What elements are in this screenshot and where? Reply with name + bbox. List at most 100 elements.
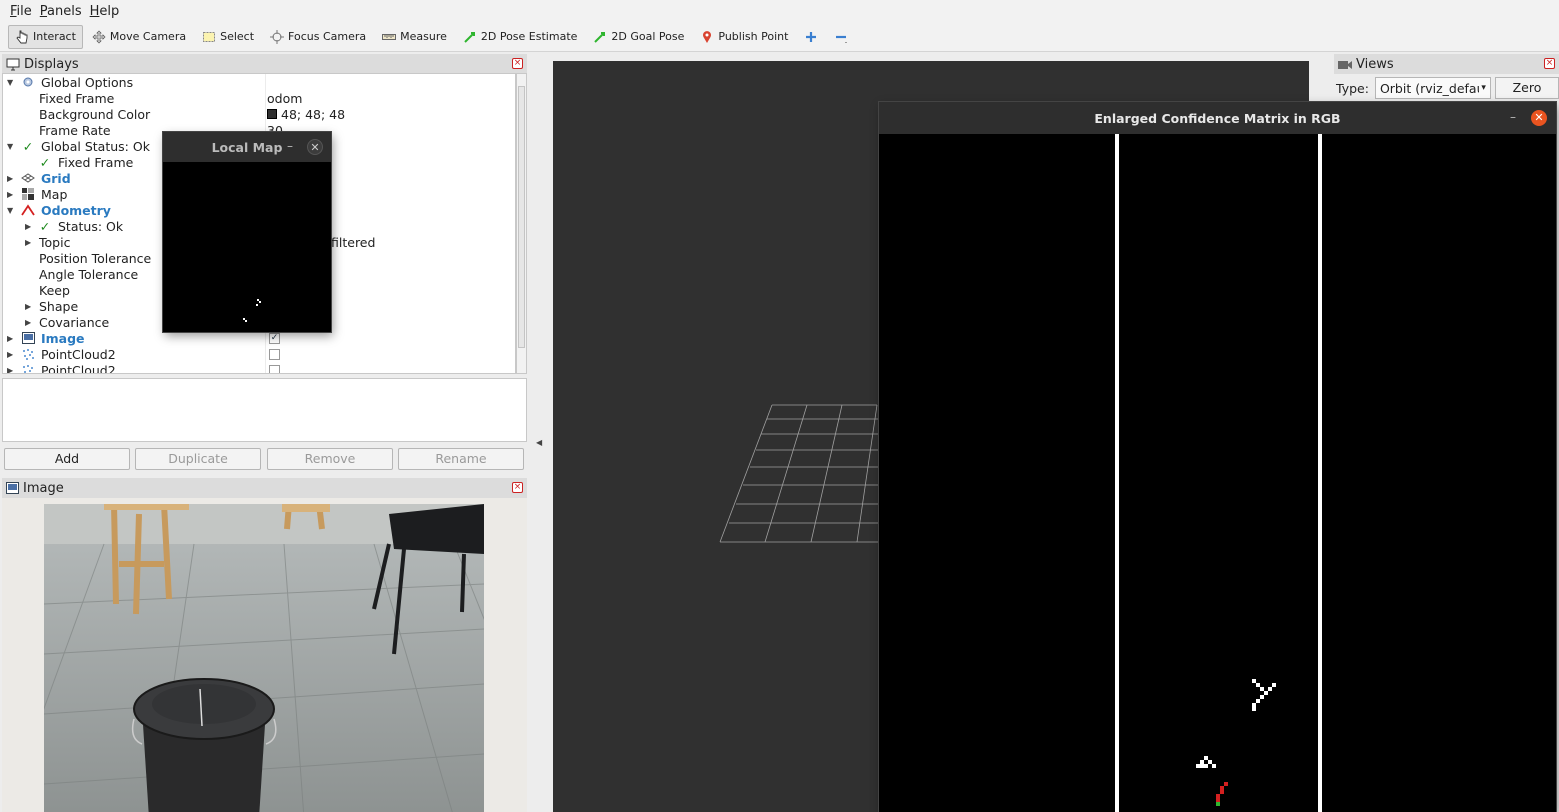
tree-label: Covariance bbox=[39, 314, 110, 330]
tree-label: Angle Tolerance bbox=[39, 266, 139, 282]
views-close-button[interactable]: × bbox=[1544, 58, 1555, 69]
image-enabled-checkbox[interactable]: ✓ bbox=[269, 332, 280, 344]
tree-row-fixed-frame[interactable]: Fixed Frame odom bbox=[3, 90, 515, 106]
collapse-arrow-icon[interactable]: ▶ bbox=[7, 334, 17, 343]
tree-value[interactable]: odom bbox=[267, 91, 302, 106]
move-camera-tool-button[interactable]: Move Camera bbox=[85, 25, 193, 49]
confidence-title: Enlarged Confidence Matrix in RGB bbox=[1094, 110, 1341, 126]
expand-arrow-icon[interactable]: ▼ bbox=[7, 206, 17, 215]
tree-row-global-options[interactable]: ▼ Global Options bbox=[3, 74, 515, 90]
minus-icon bbox=[836, 35, 848, 43]
duplicate-button[interactable]: Duplicate bbox=[135, 448, 261, 470]
image-icon bbox=[21, 331, 35, 345]
tree-label: Topic bbox=[39, 234, 71, 250]
check-icon: ✓ bbox=[39, 218, 51, 234]
pointcloud-enabled-checkbox[interactable] bbox=[269, 348, 280, 360]
menu-panels[interactable]: Panels bbox=[36, 4, 86, 19]
views-panel-title: Views bbox=[1356, 56, 1394, 72]
map-pin-icon bbox=[703, 30, 712, 43]
displays-scrollbar[interactable] bbox=[516, 73, 527, 374]
color-value-text: 48; 48; 48 bbox=[281, 106, 346, 122]
select-tool-label: Select bbox=[220, 30, 255, 43]
tree-label: Frame Rate bbox=[39, 122, 111, 138]
tree-label: Position Tolerance bbox=[39, 250, 152, 266]
views-panel-header: Views × bbox=[1334, 54, 1559, 74]
tree-label: PointCloud2 bbox=[41, 346, 116, 362]
interact-tool-button[interactable]: Interact bbox=[8, 24, 83, 49]
scrollbar-thumb[interactable] bbox=[518, 86, 525, 348]
remove-button[interactable]: Remove bbox=[267, 448, 393, 470]
collapse-arrow-icon[interactable]: ▶ bbox=[25, 302, 35, 311]
displays-panel-header: Displays × bbox=[2, 54, 527, 74]
green-arrow-icon bbox=[464, 31, 475, 43]
minimize-icon[interactable]: – bbox=[1510, 110, 1516, 124]
collapse-arrow-icon[interactable]: ▶ bbox=[7, 366, 17, 374]
plus-icon bbox=[806, 31, 817, 42]
collapse-arrow-icon[interactable]: ▶ bbox=[25, 222, 35, 231]
views-zero-button[interactable]: Zero bbox=[1495, 77, 1559, 99]
collapse-left-icon[interactable]: ◀ bbox=[536, 438, 542, 447]
confidence-titlebar[interactable]: Enlarged Confidence Matrix in RGB bbox=[879, 102, 1556, 134]
focus-camera-tool-label: Focus Camera bbox=[288, 30, 367, 43]
confidence-matrix-window[interactable]: Enlarged Confidence Matrix in RGB – ✕ bbox=[879, 102, 1556, 812]
hand-pointer-icon bbox=[16, 30, 28, 43]
move-arrows-icon bbox=[92, 30, 106, 43]
focus-camera-tool-button[interactable]: Focus Camera bbox=[263, 25, 373, 49]
collapse-arrow-icon[interactable]: ▶ bbox=[7, 190, 17, 199]
confidence-matrix-image bbox=[879, 134, 1556, 812]
pose-estimate-tool-button[interactable]: 2D Pose Estimate bbox=[456, 25, 585, 49]
green-arrow-icon bbox=[594, 31, 606, 43]
tree-row-pointcloud2[interactable]: ▶ PointCloud2 bbox=[3, 346, 515, 362]
views-type-select[interactable]: Orbit (rviz_defau ▾ bbox=[1374, 77, 1491, 99]
tree-value-color[interactable]: 48; 48; 48 bbox=[267, 107, 345, 122]
views-type-label: Type: bbox=[1336, 80, 1369, 96]
goal-pose-tool-button[interactable]: 2D Goal Pose bbox=[586, 25, 691, 49]
tree-label: Global Options bbox=[41, 74, 134, 90]
tree-row-image[interactable]: ▶ Image ✓ bbox=[3, 330, 515, 346]
tree-row-pointcloud2[interactable]: ▶ PointCloud2 bbox=[3, 362, 515, 374]
panel-splitter[interactable]: ◀ bbox=[530, 60, 550, 812]
goal-pose-tool-label: 2D Goal Pose bbox=[611, 30, 685, 43]
menu-help-mnemonic: H bbox=[89, 3, 100, 19]
collapse-arrow-icon[interactable]: ▶ bbox=[7, 350, 17, 359]
measure-tool-button[interactable]: Measure bbox=[375, 25, 454, 49]
local-map-window[interactable]: Local Map – ✕ bbox=[163, 132, 331, 332]
tree-label: Keep bbox=[39, 282, 70, 298]
remove-tool-button[interactable] bbox=[827, 25, 855, 49]
camera-image-view bbox=[2, 498, 527, 812]
measure-tool-label: Measure bbox=[400, 30, 447, 43]
chevron-down-icon: ▾ bbox=[1479, 78, 1486, 98]
tree-row-background-color[interactable]: Background Color 48; 48; 48 bbox=[3, 106, 515, 122]
collapse-arrow-icon[interactable]: ▶ bbox=[25, 318, 35, 327]
check-icon: ✓ bbox=[39, 154, 51, 170]
menu-file[interactable]: File bbox=[6, 4, 36, 19]
image-panel-close-button[interactable]: × bbox=[512, 482, 523, 493]
tree-label: Shape bbox=[39, 298, 79, 314]
rename-button[interactable]: Rename bbox=[398, 448, 524, 470]
close-icon[interactable]: ✕ bbox=[1531, 110, 1547, 126]
tree-label: Map bbox=[41, 186, 68, 202]
local-map-titlebar[interactable]: Local Map bbox=[163, 132, 331, 162]
collapse-arrow-icon[interactable]: ▶ bbox=[7, 174, 17, 183]
menu-help-rest: elp bbox=[99, 3, 120, 19]
collapse-arrow-icon[interactable]: ▶ bbox=[25, 238, 35, 247]
close-icon[interactable]: ✕ bbox=[307, 139, 323, 155]
select-tool-button[interactable]: Select bbox=[195, 25, 261, 49]
expand-arrow-icon[interactable]: ▼ bbox=[7, 78, 17, 87]
map-icon bbox=[21, 187, 35, 201]
grid-icon bbox=[21, 171, 35, 185]
tree-label: Fixed Frame bbox=[39, 90, 115, 106]
add-button[interactable]: Add bbox=[4, 448, 130, 470]
displays-close-button[interactable]: × bbox=[512, 58, 523, 69]
camera-icon bbox=[1338, 60, 1352, 69]
add-tool-button[interactable] bbox=[797, 25, 825, 49]
pointcloud-enabled-checkbox[interactable] bbox=[269, 364, 280, 373]
menu-help[interactable]: Help bbox=[86, 4, 124, 19]
tree-value[interactable]: filtered bbox=[331, 235, 375, 250]
minimize-icon[interactable]: – bbox=[287, 139, 293, 153]
check-icon: ✓ bbox=[22, 138, 34, 154]
expand-arrow-icon[interactable]: ▼ bbox=[7, 142, 17, 151]
menu-bar: File Panels Help bbox=[0, 0, 1559, 22]
publish-point-tool-button[interactable]: Publish Point bbox=[693, 25, 795, 49]
menu-file-rest: ile bbox=[16, 3, 32, 19]
